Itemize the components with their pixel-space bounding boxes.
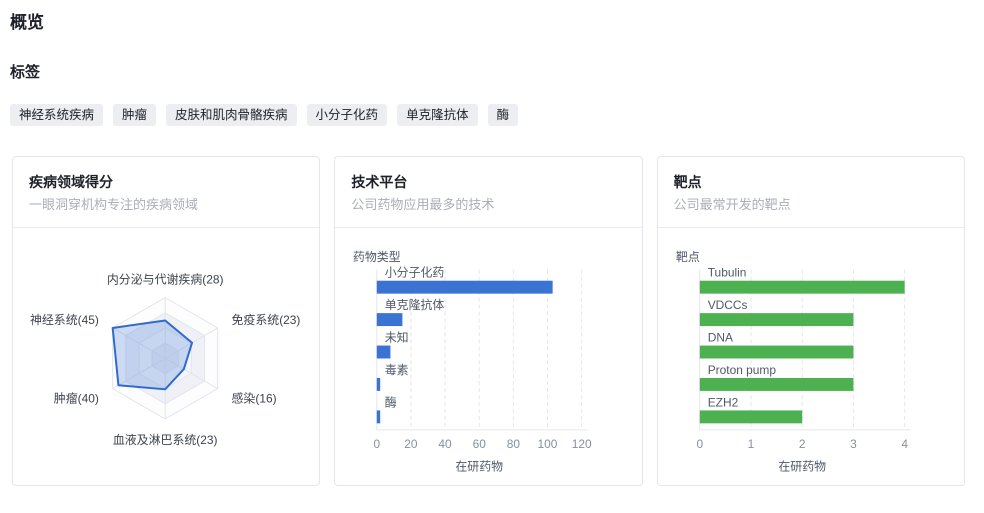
card-disease-area-score: 疾病领域得分 一眼洞穿机构专注的疾病领域 内分泌与代谢疾病(28) 免疫系统(23… [12, 156, 320, 486]
card-title: 疾病领域得分 [29, 172, 303, 192]
svg-text:3: 3 [850, 437, 857, 451]
svg-text:2: 2 [799, 437, 806, 451]
svg-text:20: 20 [405, 437, 419, 451]
svg-text:免疫系统(23): 免疫系统(23) [232, 313, 301, 327]
tag-chip[interactable]: 肿瘤 [113, 104, 156, 126]
drug-type-bar-chart[interactable]: 药物类型 0 20 40 60 80 100 120 小分子化药单克隆抗体未知毒素酶在研药物 [335, 228, 641, 486]
card-title: 靶点 [674, 172, 948, 192]
card-title: 技术平台 [351, 172, 625, 192]
tag-chip[interactable]: 皮肤和肌肉骨骼疾病 [166, 104, 297, 126]
tag-list: 神经系统疾病 肿瘤 皮肤和肌肉骨骼疾病 小分子化药 单克隆抗体 酶 [10, 104, 965, 126]
svg-text:酶: 酶 [385, 395, 397, 409]
svg-text:药物类型: 药物类型 [353, 250, 401, 264]
cards-row: 疾病领域得分 一眼洞穿机构专注的疾病领域 内分泌与代谢疾病(28) 免疫系统(23… [12, 156, 965, 486]
svg-text:100: 100 [538, 437, 558, 451]
tag-chip[interactable]: 酶 [488, 104, 519, 126]
svg-text:靶点: 靶点 [676, 250, 700, 264]
svg-text:毒素: 毒素 [385, 363, 409, 377]
page-title: 概览 [10, 12, 965, 34]
svg-text:在研药物: 在研药物 [456, 460, 504, 474]
disease-radar-chart[interactable]: 内分泌与代谢疾病(28) 免疫系统(23) 感染(16) 血液及淋巴系统(23) 肿瘤(… [13, 228, 319, 486]
svg-text:Proton pump: Proton pump [707, 363, 776, 377]
card-tech-platform: 技术平台 公司药物应用最多的技术 药物类型 0 20 40 60 80 100 120 小分子化… [334, 156, 642, 486]
svg-text:0: 0 [696, 437, 703, 451]
svg-text:血液及淋巴系统(23): 血液及淋巴系统(23) [113, 433, 218, 447]
svg-text:在研药物: 在研药物 [778, 460, 826, 474]
svg-text:1: 1 [747, 437, 754, 451]
svg-text:40: 40 [439, 437, 453, 451]
card-subtitle: 公司最常开发的靶点 [674, 196, 948, 214]
svg-text:内分泌与代谢疾病(28): 内分泌与代谢疾病(28) [107, 273, 224, 287]
svg-text:EZH2: EZH2 [707, 395, 738, 409]
target-bar-chart[interactable]: 靶点 0 1 2 3 4 Tubulin VDCCs DNA Proton pump EZH2 在研药… [658, 228, 964, 486]
card-targets: 靶点 公司最常开发的靶点 靶点 0 1 2 3 4 Tubulin VDCCs DNA Proto… [657, 156, 965, 486]
tags-section-title: 标签 [10, 63, 965, 83]
card-header: 疾病领域得分 一眼洞穿机构专注的疾病领域 [13, 157, 319, 228]
svg-text:120: 120 [572, 437, 592, 451]
svg-text:80: 80 [507, 437, 521, 451]
card-subtitle: 一眼洞穿机构专注的疾病领域 [29, 196, 303, 214]
tag-chip[interactable]: 神经系统疾病 [10, 104, 103, 126]
tag-chip[interactable]: 小分子化药 [307, 104, 388, 126]
svg-text:VDCCs: VDCCs [707, 298, 747, 312]
svg-text:60: 60 [473, 437, 487, 451]
svg-text:肿瘤(40): 肿瘤(40) [54, 392, 99, 406]
svg-text:4: 4 [901, 437, 908, 451]
svg-text:Tubulin: Tubulin [707, 266, 746, 280]
card-subtitle: 公司药物应用最多的技术 [351, 196, 625, 214]
card-header: 靶点 公司最常开发的靶点 [658, 157, 964, 228]
svg-text:DNA: DNA [707, 331, 732, 345]
svg-text:神经系统(45): 神经系统(45) [30, 313, 99, 327]
overview-page: 概览 标签 神经系统疾病 肿瘤 皮肤和肌肉骨骼疾病 小分子化药 单克隆抗体 酶 … [0, 0, 984, 513]
svg-text:小分子化药: 小分子化药 [385, 266, 445, 280]
svg-text:未知: 未知 [385, 331, 409, 345]
svg-text:感染(16): 感染(16) [232, 392, 277, 406]
card-header: 技术平台 公司药物应用最多的技术 [335, 157, 641, 228]
tag-chip[interactable]: 单克隆抗体 [397, 104, 478, 126]
svg-text:0: 0 [374, 437, 381, 451]
svg-text:单克隆抗体: 单克隆抗体 [385, 298, 445, 312]
